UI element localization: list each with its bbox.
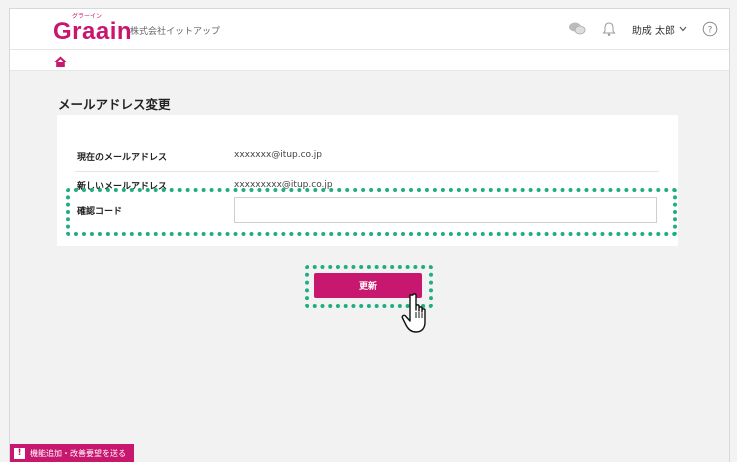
new-email-value: xxxxxxxxx@itup.co.jp — [234, 180, 333, 190]
hand-cursor-icon — [398, 292, 432, 340]
chevron-down-icon — [679, 26, 687, 32]
current-email-value: xxxxxxx@itup.co.jp — [234, 150, 322, 160]
feedback-button[interactable]: ! 機能追加・改善要望を送る — [10, 444, 134, 462]
confirm-code-label: 確認コード — [77, 207, 123, 217]
new-email-label: 新しいメールアドレス — [77, 182, 168, 192]
home-icon[interactable] — [54, 53, 67, 72]
current-email-label: 現在のメールアドレス — [77, 153, 168, 163]
help-icon[interactable]: ? — [701, 20, 719, 38]
company-name: 株式会社イットアップ — [130, 27, 221, 37]
exclamation-icon: ! — [14, 447, 25, 459]
svg-text:?: ? — [708, 26, 713, 36]
confirm-code-input[interactable] — [234, 197, 657, 223]
row-divider — [75, 171, 659, 172]
chat-icon[interactable] — [568, 20, 586, 38]
header-actions: 助成 太郎 ? — [568, 19, 719, 39]
breadcrumb-bar — [10, 50, 729, 71]
top-header: グラーイン Graain 株式会社イットアップ 助成 太郎 ? — [10, 9, 729, 50]
graain-logo[interactable]: Graain — [53, 18, 132, 46]
user-name: 助成 太郎 — [631, 25, 675, 37]
app-window: グラーイン Graain 株式会社イットアップ 助成 太郎 ? メールアドレス変… — [9, 8, 730, 462]
email-change-form: 現在のメールアドレス xxxxxxx@itup.co.jp 新しいメールアドレス… — [57, 115, 678, 246]
page-title: メールアドレス変更 — [58, 97, 171, 112]
bell-icon[interactable] — [600, 20, 618, 38]
feedback-label: 機能追加・改善要望を送る — [30, 448, 126, 458]
user-menu[interactable]: 助成 太郎 — [632, 22, 687, 37]
